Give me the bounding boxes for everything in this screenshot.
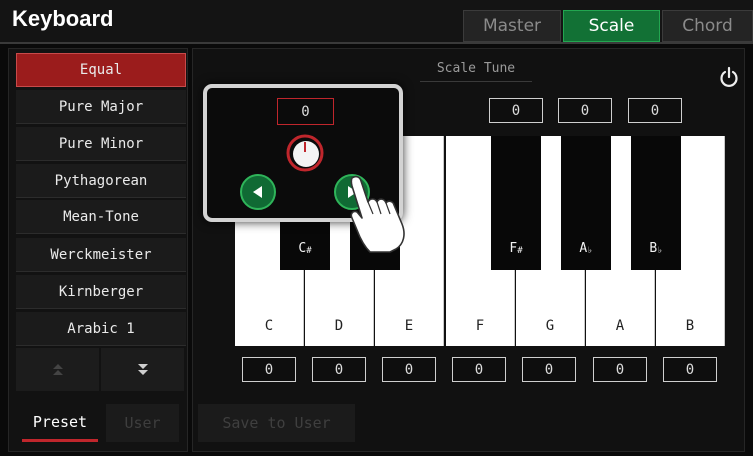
tune-value-ab[interactable]: 0	[489, 98, 543, 123]
tune-value-c[interactable]: 0	[242, 357, 296, 382]
tab-master[interactable]: Master	[463, 10, 561, 42]
black-key-accidental: #	[306, 246, 312, 256]
power-icon	[720, 66, 738, 87]
up-arrow-icon	[52, 363, 63, 375]
app-title: Keyboard	[12, 6, 114, 31]
black-key-accidental: ♭	[587, 246, 593, 256]
page-down-button[interactable]	[101, 348, 184, 391]
scale-item-pure-minor[interactable]: Pure Minor	[16, 127, 186, 161]
tune-value-f[interactable]: 0	[452, 357, 506, 382]
scale-item-equal[interactable]: Equal	[16, 53, 186, 87]
black-key-accidental: #	[517, 246, 523, 256]
scale-item-pythagorean[interactable]: Pythagorean	[16, 164, 186, 198]
tune-value-d[interactable]: 0	[312, 357, 366, 382]
hand-pointer-icon	[350, 175, 405, 253]
power-button[interactable]	[718, 66, 740, 88]
tune-value-b[interactable]: 0	[663, 357, 717, 382]
tab-preset[interactable]: Preset	[22, 404, 98, 442]
scale-item-pure-major[interactable]: Pure Major	[16, 90, 186, 124]
tune-value-e[interactable]: 0	[382, 357, 436, 382]
down-arrow-icon	[137, 363, 148, 375]
scale-item-kirnberger[interactable]: Kirnberger	[16, 275, 186, 309]
black-key-a-flat[interactable]: A ♭	[561, 136, 611, 270]
scale-item-werckmeister[interactable]: Werckmeister	[16, 238, 186, 272]
black-key-label: B	[649, 241, 658, 256]
tab-user[interactable]: User	[106, 404, 179, 442]
black-key-label: A	[579, 241, 588, 256]
decrease-button[interactable]	[240, 174, 276, 210]
left-arrow-icon	[253, 186, 262, 198]
black-key-accidental: ♭	[657, 246, 663, 256]
tune-value-bb[interactable]: 0	[628, 98, 682, 123]
scale-item-arabic-1[interactable]: Arabic 1	[16, 312, 186, 346]
scale-item-mean-tone[interactable]: Mean-Tone	[16, 200, 186, 234]
tune-value-a[interactable]: 0	[558, 98, 612, 123]
tab-chord[interactable]: Chord	[662, 10, 753, 42]
black-key-label: F	[509, 241, 518, 256]
save-to-user-button[interactable]: Save to User	[198, 404, 355, 442]
black-key-b-flat[interactable]: B ♭	[631, 136, 681, 270]
black-key-f-sharp[interactable]: F #	[491, 136, 541, 270]
tune-value-a-natural[interactable]: 0	[593, 357, 647, 382]
tune-value-g[interactable]: 0	[522, 357, 576, 382]
tune-knob[interactable]	[285, 133, 325, 173]
popup-value-field[interactable]: 0	[277, 98, 334, 125]
hand-pointer-illustration	[340, 172, 430, 254]
black-key-label: C	[298, 241, 307, 256]
page-up-button[interactable]	[16, 348, 99, 391]
section-title: Scale Tune	[420, 58, 532, 82]
knob-icon	[286, 134, 324, 172]
tab-scale[interactable]: Scale	[563, 10, 660, 42]
